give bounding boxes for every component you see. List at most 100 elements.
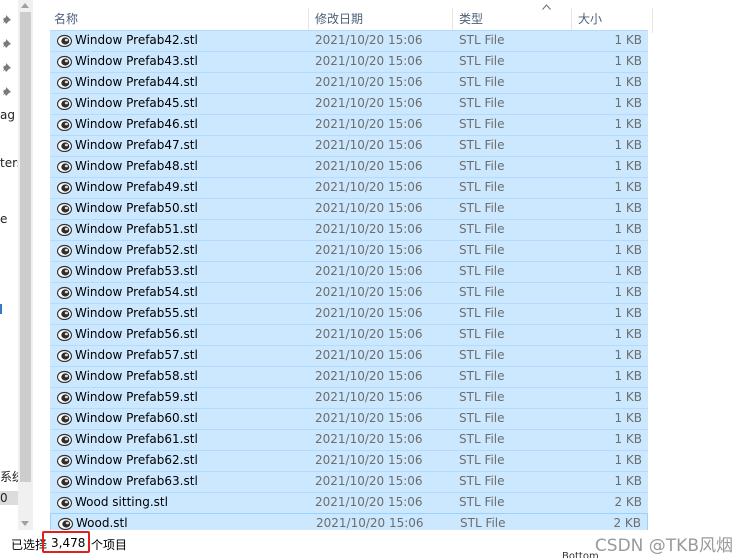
file-name: Window Prefab47.stl bbox=[75, 138, 198, 152]
sort-ascending-icon bbox=[542, 4, 551, 10]
file-row[interactable]: Window Prefab49.stl 2021/10/20 15:06 STL F… bbox=[50, 177, 648, 198]
file-size: 1 KB bbox=[614, 390, 642, 404]
stl-file-icon bbox=[57, 244, 72, 257]
stl-file-icon bbox=[57, 328, 72, 341]
scroll-down-icon[interactable] bbox=[21, 521, 29, 526]
pin-icon[interactable] bbox=[2, 14, 13, 25]
file-modified: 2021/10/20 15:06 bbox=[315, 96, 423, 110]
file-name: Window Prefab61.stl bbox=[75, 432, 198, 446]
file-row[interactable]: Window Prefab54.stl 2021/10/20 15:06 STL F… bbox=[50, 282, 648, 303]
file-modified: 2021/10/20 15:06 bbox=[315, 390, 423, 404]
file-row[interactable]: Window Prefab44.stl 2021/10/20 15:06 STL F… bbox=[50, 72, 648, 93]
file-type: STL File bbox=[460, 516, 506, 530]
file-modified: 2021/10/20 15:06 bbox=[315, 159, 423, 173]
file-modified: 2021/10/20 15:06 bbox=[315, 285, 423, 299]
nav-item-fragment[interactable]: 系统 bbox=[0, 468, 18, 485]
file-modified: 2021/10/20 15:06 bbox=[315, 495, 423, 509]
file-name: Window Prefab58.stl bbox=[75, 369, 198, 383]
pin-icon[interactable] bbox=[2, 86, 13, 97]
file-type: STL File bbox=[459, 243, 505, 257]
underlying-window-fragment: Bottom bbox=[562, 551, 599, 558]
file-name: Window Prefab60.stl bbox=[75, 411, 198, 425]
nav-item-fragment[interactable]: ters bbox=[0, 156, 18, 170]
file-row[interactable]: Wood sitting.stl 2021/10/20 15:06 STL File… bbox=[50, 492, 648, 513]
stl-file-icon bbox=[57, 139, 72, 152]
file-row[interactable]: Window Prefab42.stl 2021/10/20 15:06 STL F… bbox=[50, 30, 648, 51]
file-type: STL File bbox=[459, 138, 505, 152]
stl-file-icon bbox=[57, 181, 72, 194]
file-type: STL File bbox=[459, 54, 505, 68]
stl-file-icon bbox=[57, 97, 72, 110]
nav-item-fragment[interactable]: e bbox=[0, 212, 18, 226]
file-row[interactable]: Window Prefab60.stl 2021/10/20 15:06 STL F… bbox=[50, 408, 648, 429]
file-size: 1 KB bbox=[614, 432, 642, 446]
stl-file-icon bbox=[57, 475, 72, 488]
file-type: STL File bbox=[459, 75, 505, 89]
watermark-text: CSDN @TKB风烟 bbox=[594, 536, 733, 556]
nav-item-marker bbox=[0, 304, 2, 314]
file-row[interactable]: Window Prefab48.stl 2021/10/20 15:06 STL F… bbox=[50, 156, 648, 177]
file-size: 2 KB bbox=[614, 495, 642, 509]
scrollbar-thumb[interactable] bbox=[20, 12, 31, 482]
file-name: Window Prefab49.stl bbox=[75, 180, 198, 194]
file-list[interactable]: Window Prefab42.stl 2021/10/20 15:06 STL F… bbox=[50, 30, 650, 532]
stl-file-icon bbox=[57, 433, 72, 446]
file-row[interactable]: Window Prefab59.stl 2021/10/20 15:06 STL F… bbox=[50, 387, 648, 408]
column-header-name[interactable]: 名称 bbox=[48, 0, 308, 33]
file-row[interactable]: Window Prefab50.stl 2021/10/20 15:06 STL F… bbox=[50, 198, 648, 219]
column-header-type[interactable]: 类型 bbox=[453, 0, 571, 33]
file-modified: 2021/10/20 15:06 bbox=[315, 327, 423, 341]
file-type: STL File bbox=[459, 264, 505, 278]
file-name: Wood.stl bbox=[76, 516, 128, 530]
file-modified: 2021/10/20 15:06 bbox=[315, 138, 423, 152]
stl-file-icon bbox=[57, 202, 72, 215]
file-type: STL File bbox=[459, 222, 505, 236]
file-row[interactable]: Window Prefab56.stl 2021/10/20 15:06 STL F… bbox=[50, 324, 648, 345]
pin-icon[interactable] bbox=[2, 62, 13, 73]
scroll-up-icon[interactable] bbox=[21, 3, 29, 8]
file-row[interactable]: Window Prefab55.stl 2021/10/20 15:06 STL F… bbox=[50, 303, 648, 324]
file-modified: 2021/10/20 15:06 bbox=[315, 453, 423, 467]
file-name: Window Prefab51.stl bbox=[75, 222, 198, 236]
file-modified: 2021/10/20 15:06 bbox=[315, 474, 423, 488]
file-row[interactable]: Window Prefab62.stl 2021/10/20 15:06 STL F… bbox=[50, 450, 648, 471]
file-row[interactable]: Window Prefab43.stl 2021/10/20 15:06 STL F… bbox=[50, 51, 648, 72]
file-modified: 2021/10/20 15:06 bbox=[315, 201, 423, 215]
file-row[interactable]: Window Prefab47.stl 2021/10/20 15:06 STL F… bbox=[50, 135, 648, 156]
stl-file-icon bbox=[57, 391, 72, 404]
file-row[interactable]: Window Prefab61.stl 2021/10/20 15:06 STL F… bbox=[50, 429, 648, 450]
file-type: STL File bbox=[459, 369, 505, 383]
file-type: STL File bbox=[459, 201, 505, 215]
file-row[interactable]: Window Prefab45.stl 2021/10/20 15:06 STL F… bbox=[50, 93, 648, 114]
file-size: 1 KB bbox=[614, 96, 642, 110]
pin-icon[interactable] bbox=[2, 38, 13, 49]
status-bar: 已选择 3,478 个项目 CSDN @TKB风烟 bbox=[0, 530, 747, 558]
file-row[interactable]: Window Prefab52.stl 2021/10/20 15:06 STL F… bbox=[50, 240, 648, 261]
file-size: 2 KB bbox=[613, 516, 641, 530]
file-row[interactable]: Window Prefab58.stl 2021/10/20 15:06 STL F… bbox=[50, 366, 648, 387]
file-size: 1 KB bbox=[614, 306, 642, 320]
column-divider[interactable] bbox=[652, 8, 653, 33]
file-type: STL File bbox=[459, 348, 505, 362]
file-name: Window Prefab44.stl bbox=[75, 75, 198, 89]
file-name: Window Prefab46.stl bbox=[75, 117, 198, 131]
file-size: 1 KB bbox=[614, 33, 642, 47]
navigation-pane: ag ters e 系统 0 bbox=[0, 0, 18, 530]
file-size: 1 KB bbox=[614, 327, 642, 341]
file-size: 1 KB bbox=[614, 285, 642, 299]
column-header-size[interactable]: 大小 bbox=[572, 0, 652, 33]
file-modified: 2021/10/20 15:06 bbox=[315, 432, 423, 446]
stl-file-icon bbox=[57, 370, 72, 383]
file-type: STL File bbox=[459, 411, 505, 425]
nav-item-fragment[interactable]: 0 bbox=[0, 491, 18, 505]
file-name: Window Prefab42.stl bbox=[75, 33, 198, 47]
file-row[interactable]: Window Prefab51.stl 2021/10/20 15:06 STL F… bbox=[50, 219, 648, 240]
file-row[interactable]: Window Prefab63.stl 2021/10/20 15:06 STL F… bbox=[50, 471, 648, 492]
file-type: STL File bbox=[459, 495, 505, 509]
file-row[interactable]: Window Prefab53.stl 2021/10/20 15:06 STL F… bbox=[50, 261, 648, 282]
column-header-modified[interactable]: 修改日期 bbox=[309, 0, 452, 33]
navigation-scrollbar[interactable] bbox=[18, 0, 33, 530]
nav-item-fragment[interactable]: ag bbox=[0, 108, 18, 122]
file-row[interactable]: Window Prefab46.stl 2021/10/20 15:06 STL F… bbox=[50, 114, 648, 135]
file-row[interactable]: Window Prefab57.stl 2021/10/20 15:06 STL F… bbox=[50, 345, 648, 366]
